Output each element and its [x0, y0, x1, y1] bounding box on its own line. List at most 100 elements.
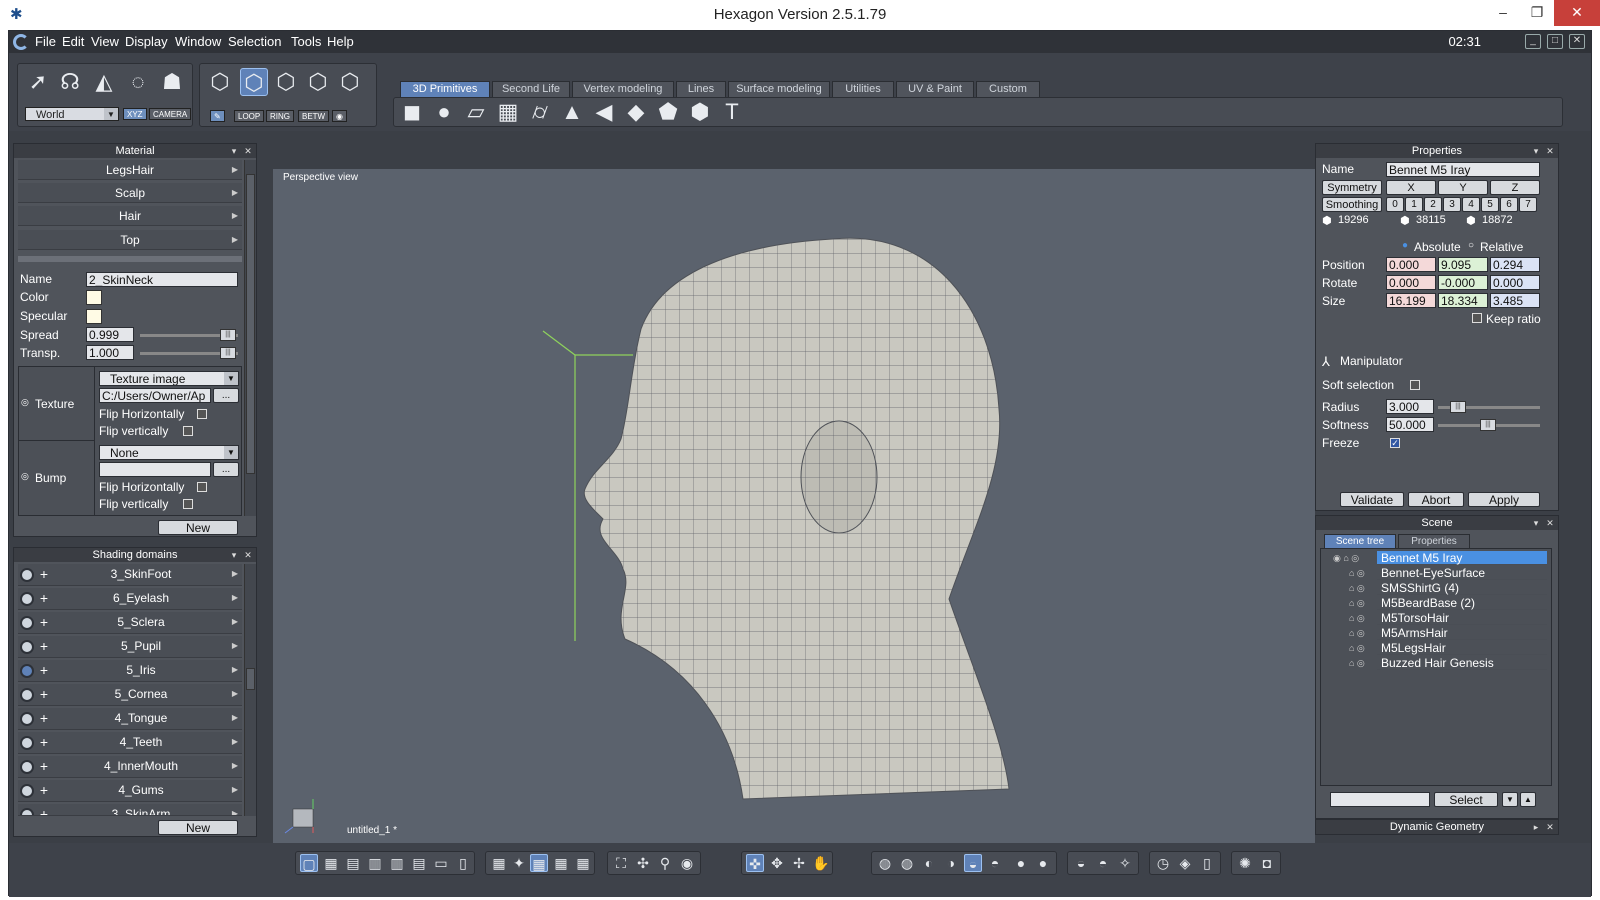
menu-display[interactable]: Display	[125, 34, 168, 49]
smoothing-level-3[interactable]: 3	[1443, 197, 1461, 212]
cylinder-icon[interactable]: ⌭	[526, 98, 554, 126]
grid-plane-icon[interactable]: ▦	[494, 98, 522, 126]
smoothing-level-7[interactable]: 7	[1519, 197, 1537, 212]
symmetry-button[interactable]: Symmetry	[1322, 180, 1382, 195]
camera-icon[interactable]: ◘	[1258, 854, 1276, 872]
shading-domain-item[interactable]: +5_Pupil ▶	[18, 636, 242, 658]
smoothing-level-4[interactable]: 4	[1462, 197, 1480, 212]
menu-file[interactable]: File	[35, 34, 56, 49]
single-view-icon[interactable]: ▢	[300, 854, 318, 872]
smooth-shade-icon[interactable]: ◑	[942, 854, 960, 872]
select-button[interactable]: Select	[1434, 792, 1498, 807]
softness-field[interactable]: 50.000	[1386, 417, 1434, 432]
scene-item-buzzed-hair[interactable]: Buzzed Hair Genesis	[1377, 656, 1547, 670]
rotate-z-field[interactable]: 0.000	[1490, 275, 1540, 290]
eye-toggle-icon[interactable]: ◎	[21, 471, 29, 482]
shading-domain-item[interactable]: +4_Tongue ▶	[18, 708, 242, 730]
size-x-field[interactable]: 16.199	[1386, 293, 1436, 308]
texture-type-select[interactable]: Texture image ▼	[99, 371, 239, 386]
visibility-eye-icon[interactable]	[20, 760, 34, 774]
three-view-icon[interactable]: ▤	[344, 854, 362, 872]
menu-edit[interactable]: Edit	[62, 34, 84, 49]
symmetry-y-button[interactable]: Y	[1438, 180, 1488, 195]
shading-domain-item[interactable]: +3_SkinFoot ▶	[18, 564, 242, 586]
add-icon[interactable]: +	[37, 687, 51, 702]
panel-close-icon[interactable]: ✕	[1544, 517, 1556, 529]
shading-scrollbar[interactable]	[244, 564, 256, 816]
light-a-icon[interactable]: ◒	[1072, 854, 1090, 872]
shading-domain-item[interactable]: +6_Eyelash ▶	[18, 588, 242, 610]
lock-eye-icons[interactable]: ⌂ ◎	[1349, 566, 1377, 580]
visibility-eye-icon[interactable]	[20, 808, 34, 815]
material-item-top[interactable]: Top ▶	[18, 230, 242, 250]
symmetry-z-button[interactable]: Z	[1490, 180, 1540, 195]
light-b-icon[interactable]: ◓	[1094, 854, 1112, 872]
render-sphere-icon[interactable]: ●	[1034, 854, 1052, 872]
material-item-hair[interactable]: Hair ▶	[18, 206, 242, 226]
add-icon[interactable]: +	[37, 639, 51, 654]
tab-surface-modeling[interactable]: Surface modeling	[728, 81, 830, 97]
paint-select-icon[interactable]: ◭	[90, 68, 118, 96]
green-grid-icon[interactable]: ▦	[574, 854, 592, 872]
radius-field[interactable]: 3.000	[1386, 399, 1434, 414]
position-z-field[interactable]: 0.294	[1490, 257, 1540, 272]
shading-domain-item[interactable]: +4_InnerMouth ▶	[18, 756, 242, 778]
add-icon[interactable]: +	[37, 783, 51, 798]
apply-button[interactable]: Apply	[1468, 492, 1540, 507]
visibility-eye-icon[interactable]	[20, 592, 34, 606]
size-y-field[interactable]: 18.334	[1438, 293, 1488, 308]
color-grid-icon[interactable]: ▦	[530, 854, 548, 872]
wireframe-icon[interactable]: ◍	[876, 854, 894, 872]
material-sphere-icon[interactable]: ●	[1012, 854, 1030, 872]
horizontal-split-icon[interactable]: ▭	[432, 854, 450, 872]
tab-custom[interactable]: Custom	[976, 81, 1040, 97]
menu-window[interactable]: Window	[175, 34, 221, 49]
text-primitive-icon[interactable]: T	[718, 98, 746, 126]
soft-selection-checkbox[interactable]	[1410, 380, 1420, 390]
coordinate-system-select[interactable]: World ▼	[25, 107, 119, 121]
textured-icon[interactable]: ◓	[986, 854, 1004, 872]
visibility-eye-icon[interactable]	[20, 568, 34, 582]
lock-eye-icons[interactable]: ⌂ ◎	[1349, 626, 1377, 640]
close-button[interactable]: ✕	[1554, 0, 1600, 26]
visibility-eye-icon[interactable]	[20, 664, 34, 678]
panel-menu-icon[interactable]: ▾	[228, 145, 240, 157]
auto-mode-icon[interactable]: ⬡	[336, 68, 364, 96]
split-view-2-icon[interactable]: ▥	[388, 854, 406, 872]
add-icon[interactable]: +	[37, 591, 51, 606]
quad-view-icon[interactable]: ▦	[322, 854, 340, 872]
plane-icon[interactable]: ▱	[462, 98, 490, 126]
fly-icon[interactable]: ✢	[790, 854, 808, 872]
bump-flip-h-checkbox[interactable]	[197, 482, 207, 492]
relative-radio[interactable]: ○	[1468, 240, 1474, 251]
material-item-legshair[interactable]: LegsHair ▶	[18, 160, 242, 180]
transp-slider[interactable]: |||	[140, 347, 238, 359]
wire-hidden-icon[interactable]: ◍	[898, 854, 916, 872]
texture-flip-h-checkbox[interactable]	[197, 409, 207, 419]
lock-eye-icons[interactable]: ⌂ ◎	[1349, 596, 1377, 610]
render-icon[interactable]: ✺	[1236, 854, 1254, 872]
panel-menu-icon[interactable]: ▾	[1530, 517, 1542, 529]
cube-icon[interactable]: ◼	[398, 98, 426, 126]
shading-domain-item[interactable]: +5_Iris ▶	[18, 660, 242, 682]
layer-icon[interactable]: ◈	[1176, 854, 1194, 872]
shading-domain-item[interactable]: +5_Cornea ▶	[18, 684, 242, 706]
slider-knob[interactable]: |||	[220, 347, 236, 359]
perspective-viewport[interactable]: Perspective view untitled_1 *	[273, 169, 1315, 869]
visibility-eye-icon[interactable]	[20, 640, 34, 654]
menu-view[interactable]: View	[91, 34, 119, 49]
scene-item-eyesurface[interactable]: Bennet-EyeSurface	[1377, 566, 1547, 580]
menu-tools[interactable]: Tools	[291, 34, 321, 49]
scene-item-m5legshair[interactable]: M5LegsHair	[1377, 641, 1547, 655]
scene-item-smsshirtg[interactable]: SMSShirtG (4)	[1377, 581, 1547, 595]
symmetry-x-button[interactable]: X	[1386, 180, 1436, 195]
face-mode-icon[interactable]: ⬡	[304, 68, 332, 96]
scene-item-m5beardbase[interactable]: M5BeardBase (2)	[1377, 596, 1547, 610]
object-name-field[interactable]: Bennet M5 Iray	[1386, 162, 1540, 177]
smooth-wire-icon[interactable]: ◒	[964, 854, 982, 872]
camera-button[interactable]: CAMERA	[149, 108, 192, 120]
split-view-3-icon[interactable]: ▤	[410, 854, 428, 872]
visibility-eye-icon[interactable]	[20, 688, 34, 702]
spread-field[interactable]: 0.999	[86, 327, 134, 342]
eye-icon[interactable]: ◉	[678, 854, 696, 872]
